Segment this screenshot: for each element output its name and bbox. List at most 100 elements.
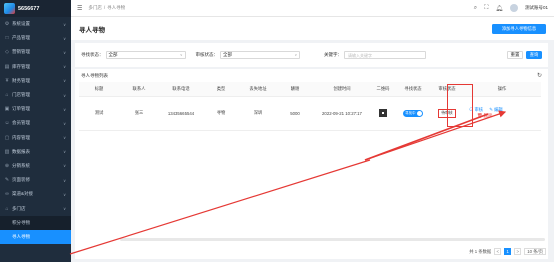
column-header: 丢失地址 <box>239 82 277 97</box>
chevron-down-icon: ∨ <box>294 53 297 57</box>
audit-status-value: 全部 <box>223 52 232 57</box>
store-icon: ⌂ <box>5 205 9 212</box>
cell-created: 2022-09-21 10:27:17 <box>313 96 371 131</box>
sidebar-item[interactable]: ◇ 营销管理 ∨ <box>0 45 71 59</box>
delete-link[interactable]: 🗑︎ 删除 <box>477 113 536 119</box>
sidebar-item[interactable]: ✎ 页面装修 ∨ <box>0 173 71 187</box>
sidebar-item[interactable]: ⌂ 门店管理 ∨ <box>0 88 71 102</box>
user-name[interactable]: 测试账号01 <box>525 5 548 11</box>
table-header-row: 标题 联系人 联系电话 类型 丢失地址 酬谢 创建时间 二维码 寻找状态 审核状态 操作 <box>79 82 541 97</box>
sidebar-item-label: 页面装修 <box>12 177 30 183</box>
coin-icon: ¥ <box>5 77 9 84</box>
sidebar-item-label: 多门店 <box>12 205 26 211</box>
column-header: 二维码 <box>371 82 395 97</box>
sidebar-item[interactable]: □ 产品管理 ∨ <box>0 31 71 45</box>
sidebar-item-label: 分销系统 <box>12 162 30 168</box>
edit-link[interactable]: ✎ 编辑 <box>489 107 502 112</box>
refresh-icon[interactable]: ↻ <box>537 72 542 79</box>
sidebar-item-label: 内容管理 <box>12 134 30 140</box>
sidebar-subitem[interactable]: 积分寻物 <box>0 215 71 230</box>
find-status-toggle[interactable]: 寻找中 <box>403 109 423 117</box>
sidebar-item-label: 会员管理 <box>12 120 30 126</box>
next-page-button[interactable]: > <box>514 248 522 255</box>
horizontal-scrollbar[interactable] <box>120 238 545 241</box>
chevron-down-icon: ∨ <box>63 177 66 183</box>
column-header: 创建时间 <box>313 82 371 97</box>
sidebar-item[interactable]: ¥ 财务管理 ∨ <box>0 74 71 88</box>
list-title: 寻人寻物列表 <box>81 73 108 78</box>
cell-address: 深圳 <box>239 96 277 131</box>
chart-icon: ▥ <box>4 148 10 155</box>
page-title: 寻人寻物 <box>79 26 105 34</box>
audit-status-select[interactable]: 全部 ∨ <box>220 51 300 59</box>
edit-link-label: 编辑 <box>494 107 503 112</box>
sidebar-item[interactable]: ∞ 渠道&对接 ∨ <box>0 187 71 201</box>
avatar[interactable] <box>509 4 518 12</box>
pagination-total: 共 1 条数据 <box>469 248 492 254</box>
sidebar-item[interactable]: ▥ 数据报表 ∨ <box>0 145 71 159</box>
column-header: 联系电话 <box>159 82 203 97</box>
audit-status-label: 审核状态： <box>195 52 219 57</box>
sidebar-item-label: 订单管理 <box>12 106 30 112</box>
page-header: 寻人寻物 添加寻人寻物信息 <box>71 17 554 40</box>
add-item-button[interactable]: 添加寻人寻物信息 <box>492 23 546 34</box>
audit-link[interactable]: ⊙ 审核 <box>469 107 483 112</box>
sidebar-item[interactable]: ⚙ 系统设置 ∨ <box>0 17 71 31</box>
column-header: 酬谢 <box>277 82 313 97</box>
sidebar-item-label: 库存管理 <box>12 63 30 69</box>
stack-icon: ▤ <box>4 63 10 70</box>
search-icon[interactable]: ⌕ <box>474 5 477 12</box>
sidebar-item-label: 数据报表 <box>12 148 30 154</box>
top-bar: ☰ 多门店 / 寻人寻物 ⌕ ⛶ 🔔︎ 测试账号01 <box>71 0 554 17</box>
sidebar-item[interactable]: ▤ 库存管理 ∨ <box>0 60 71 74</box>
cell-qrcode <box>371 96 395 131</box>
cell-phone: 13435665544 <box>159 96 203 131</box>
sidebar-item[interactable]: ⊕ 分销系统 ∨ <box>0 159 71 173</box>
sidebar: 5656677 ⚙ 系统设置 ∨ □ 产品管理 ∨ ◇ 营销管理 ∨ ▤ 库存管理 ∨ ¥ 财务管理 ∨ ⌂ 门… <box>0 0 71 262</box>
chevron-down-icon: ∨ <box>63 135 66 141</box>
sidebar-subitem[interactable]: 寻人寻物 <box>0 229 71 244</box>
fullscreen-icon[interactable]: ⛶ <box>484 5 488 12</box>
qrcode-icon[interactable] <box>379 108 387 117</box>
reset-button[interactable]: 重置 <box>507 51 523 59</box>
breadcrumb-separator: / <box>103 5 106 10</box>
column-header: 操作 <box>463 82 541 97</box>
search-button[interactable]: 查询 <box>526 51 542 59</box>
cell-audit-status: 待审核 <box>431 96 463 131</box>
cell-contact: 张三 <box>119 96 159 131</box>
audit-link-label: 审核 <box>474 107 484 112</box>
chevron-down-icon: ∨ <box>63 21 66 27</box>
chevron-down-icon: ∨ <box>63 35 66 41</box>
list-card: 寻人寻物列表 ↻ 标题 联系人 联系电话 类型 丢失地址 酬谢 创建时间 二维码 寻找状态 审核状… <box>75 69 548 259</box>
sidebar-item[interactable]: ▢ 内容管理 ∨ <box>0 131 71 145</box>
bell-icon[interactable]: 🔔︎ <box>495 5 503 12</box>
menu-toggle-icon[interactable]: ☰ <box>77 5 82 12</box>
column-header: 类型 <box>203 82 239 97</box>
find-status-select[interactable]: 全部 ∨ <box>105 51 186 59</box>
column-header: 寻找状态 <box>395 82 431 97</box>
chevron-down-icon: ∨ <box>63 49 66 55</box>
sidebar-item-label: 门店管理 <box>12 92 30 98</box>
sidebar-item-label: 渠道&对接 <box>12 191 34 197</box>
edit-icon: ✎ <box>489 107 493 112</box>
chevron-down-icon: ∨ <box>63 120 66 126</box>
brand-name: 5656677 <box>18 5 40 12</box>
sidebar-subitem-label: 寻人寻物 <box>12 233 30 239</box>
chevron-down-icon: ∨ <box>63 106 66 112</box>
column-header: 标题 <box>79 82 119 97</box>
sidebar-item[interactable]: ☺ 会员管理 ∨ <box>0 116 71 130</box>
prev-page-button[interactable]: < <box>494 248 502 255</box>
keyword-label: 关键字： <box>324 52 342 57</box>
current-page[interactable]: 1 <box>504 248 512 255</box>
shop-icon: ⌂ <box>5 92 9 99</box>
keyword-input[interactable] <box>344 51 426 59</box>
cell-title: 测试 <box>79 96 119 131</box>
page-size-select[interactable]: 10 条/页 <box>524 248 546 255</box>
breadcrumb-item-parent[interactable]: 多门店 <box>88 5 102 10</box>
sidebar-item-label: 财务管理 <box>12 77 30 83</box>
brush-icon: ✎ <box>4 177 10 184</box>
top-bar-actions: ⌕ ⛶ 🔔︎ 测试账号01 <box>474 4 548 12</box>
sidebar-item[interactable]: ▣ 订单管理 ∨ <box>0 102 71 116</box>
sidebar-item[interactable]: ⌂ 多门店 ∨ <box>0 201 71 215</box>
audit-icon: ⊙ <box>469 107 474 112</box>
